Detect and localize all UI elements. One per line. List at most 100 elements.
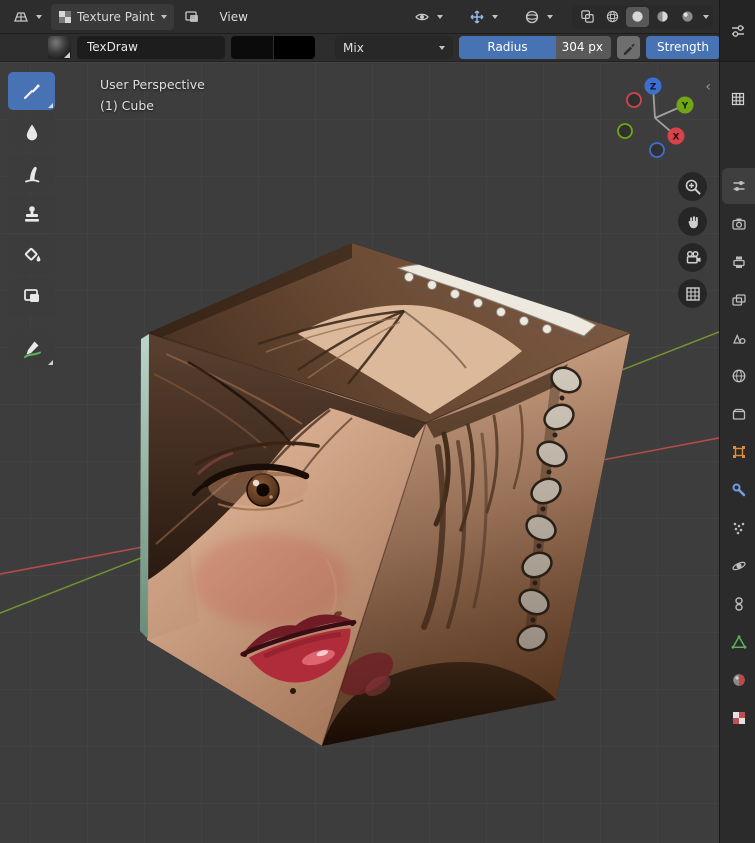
viewport-header: Texture Paint View: [0, 0, 719, 34]
shading-mode-group: [572, 4, 713, 29]
mask-icon: [23, 289, 39, 302]
shading-rendered[interactable]: [676, 7, 699, 27]
collection-box-icon: [732, 408, 745, 420]
tab-world[interactable]: [722, 358, 755, 394]
editor-type-button[interactable]: [6, 4, 49, 30]
output-printer-icon: [732, 256, 745, 268]
3d-viewport[interactable]: User Perspective (1) Cube ‹ Z Y X: [0, 62, 719, 843]
blush: [192, 534, 348, 626]
tool-soften[interactable]: [8, 113, 55, 151]
tool-draw[interactable]: [8, 72, 55, 110]
draw-brush-icon: [23, 84, 40, 100]
navigation-gizmo[interactable]: Z Y X: [612, 76, 702, 166]
tab-constraints[interactable]: [722, 586, 755, 622]
mode-selector[interactable]: Texture Paint: [51, 3, 175, 30]
blend-mode-select[interactable]: Mix: [335, 36, 453, 59]
tab-physics[interactable]: [722, 548, 755, 584]
hand-pan-icon: [688, 215, 698, 228]
xray-icon: [581, 10, 594, 23]
3d-scene-canvas[interactable]: [0, 62, 719, 843]
texture-paint-mode-icon: [59, 10, 71, 23]
texture-checker-icon: [732, 712, 745, 724]
tab-modifiers[interactable]: [722, 472, 755, 508]
gizmo-x-negative[interactable]: [626, 92, 642, 108]
grid-ortho-icon: [685, 286, 700, 301]
brush-preview-button[interactable]: [48, 36, 71, 59]
tab-scene[interactable]: [722, 320, 755, 356]
secondary-color-swatch[interactable]: [273, 36, 315, 59]
smear-icon: [24, 166, 39, 183]
image-button[interactable]: [176, 4, 208, 30]
clone-stamp-icon: [24, 206, 39, 222]
tab-particles[interactable]: [722, 510, 755, 546]
gizmo-y-negative[interactable]: [617, 123, 633, 139]
gizmo-x-label: X: [673, 133, 680, 143]
tab-view-layer[interactable]: [722, 282, 755, 318]
radius-slider[interactable]: Radius 304 px: [459, 36, 611, 59]
header-right-cluster: [407, 4, 713, 30]
camera-icon: [686, 250, 700, 264]
pan-button[interactable]: [678, 207, 707, 236]
tab-texture[interactable]: [722, 700, 755, 736]
wireframe-sphere-icon: [606, 10, 619, 23]
falloff-dropdown[interactable]: [517, 4, 560, 30]
blend-mode-value: Mix: [343, 40, 364, 55]
chevron-down-icon: [161, 14, 168, 19]
visibility-dropdown[interactable]: [407, 4, 450, 30]
tool-mask[interactable]: [8, 277, 55, 315]
material-sphere-icon: [657, 11, 668, 22]
gizmo-z-negative[interactable]: [649, 142, 665, 158]
world-globe-icon: [732, 369, 745, 383]
rendered-sphere-icon: [682, 11, 693, 22]
falloff-s​phere-icon: [525, 10, 539, 23]
xray-toggle[interactable]: [576, 7, 599, 27]
magnifier-zoom-icon: [685, 179, 700, 194]
properties-header[interactable]: [720, 0, 755, 62]
orthographic-toggle-button[interactable]: [678, 279, 707, 308]
properties-display-button[interactable]: [720, 92, 755, 106]
tool-sliders-icon: [733, 181, 744, 191]
render-camera-icon: [731, 218, 746, 230]
tool-fill[interactable]: [8, 236, 55, 274]
struct-grid-icon: [731, 92, 744, 106]
tab-material[interactable]: [722, 662, 755, 698]
tool-annotate[interactable]: [8, 329, 55, 367]
fill-bucket-icon: [24, 247, 40, 262]
submenu-corner-icon: [48, 103, 53, 108]
primary-color-swatch[interactable]: [231, 36, 274, 59]
cube-left-edge-sliver: [140, 334, 149, 639]
chevron-down-icon: [492, 14, 498, 19]
shading-wireframe[interactable]: [601, 7, 624, 27]
modifier-wrench-icon: [732, 483, 745, 497]
camera-view-button[interactable]: [678, 243, 707, 272]
tab-render[interactable]: [722, 206, 755, 242]
tab-output[interactable]: [722, 244, 755, 280]
brush-name-field[interactable]: TexDraw: [77, 36, 225, 59]
zoom-button[interactable]: [678, 172, 707, 201]
shading-solid[interactable]: [626, 6, 649, 27]
gizmo-dropdown[interactable]: [462, 4, 505, 30]
active-object-label: (1) Cube: [100, 98, 154, 113]
strength-slider[interactable]: Strength: [646, 36, 720, 59]
view-layer-images-icon: [731, 294, 746, 306]
chevron-down-icon: [547, 14, 553, 19]
particles-dots-icon: [733, 522, 744, 535]
tab-object-data[interactable]: [722, 624, 755, 660]
tool-smear[interactable]: [8, 154, 55, 192]
tab-object[interactable]: [722, 434, 755, 470]
radius-value: 304 px: [561, 40, 603, 54]
beauty-mark: [290, 688, 296, 694]
properties-tab-strip: [720, 168, 755, 736]
chevron-down-icon[interactable]: [703, 14, 709, 19]
pressure-toggle[interactable]: [617, 36, 640, 59]
properties-editor-icon: [731, 24, 744, 37]
stylus-icon: [623, 43, 635, 55]
tool-clone[interactable]: [8, 195, 55, 233]
cube-object[interactable]: [140, 243, 631, 747]
region-collapse-chevron[interactable]: ‹: [705, 80, 711, 94]
menu-view[interactable]: View: [210, 10, 256, 24]
tab-tool[interactable]: [722, 168, 755, 204]
shading-material[interactable]: [651, 7, 674, 27]
object-square-icon: [732, 446, 745, 458]
tab-collection[interactable]: [722, 396, 755, 432]
